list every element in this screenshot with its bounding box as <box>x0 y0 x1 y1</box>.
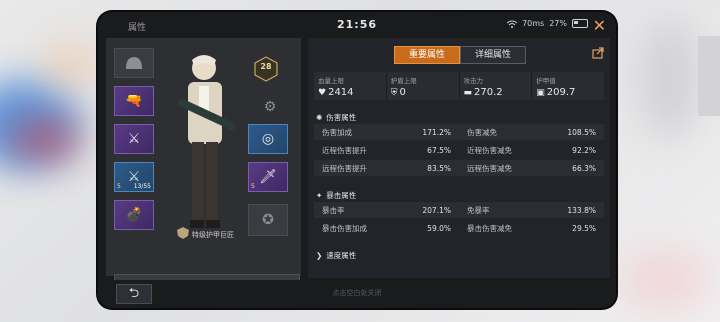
emblem-icon: ✪ <box>262 212 274 228</box>
ammo-count: 13/55 <box>133 183 151 190</box>
grenade-icon: 💣 <box>125 207 143 223</box>
ping-value: 70ms <box>522 19 545 28</box>
attributes-window: 属性 21:56 70ms 27% ✕ 🔫 ⚔ ⚔ 13/55 5 💣 ⚙ ◎ … <box>98 12 616 308</box>
gun-icon: ▬ <box>463 87 473 98</box>
heart-icon: ♥ <box>318 87 327 98</box>
table-row: 暴击率 207.1% 免暴率 133.8% <box>314 202 604 218</box>
crit-section-head: ✦ 暴击属性 <box>316 191 357 200</box>
crit-icon: ✦ <box>316 191 323 200</box>
table-row: 伤害加成 171.2% 伤害减免 108.5% <box>314 124 604 140</box>
stats-panel: 重要属性 详细属性 血量上限 ♥ 2414 护盾上限 ⛨ 0 攻击力 ▬ 270.2 … <box>308 38 610 278</box>
shield-icon: ⛨ <box>390 87 398 98</box>
slot-level: 5 <box>117 183 121 190</box>
damage-section-head: ✺ 伤害属性 <box>316 113 357 122</box>
armor-title: 特级护甲巨匠 <box>192 231 234 239</box>
tab-detailed-attributes[interactable]: 详细属性 <box>460 46 526 64</box>
status-bar: 属性 21:56 70ms 27% ✕ <box>98 12 616 38</box>
rank-number: 28 <box>260 62 272 71</box>
armor-icon: ▣ <box>536 87 545 98</box>
armor-tier-icon <box>177 227 189 239</box>
stat-tabs: 重要属性 详细属性 <box>394 46 526 64</box>
pistol-icon: 🔫 <box>125 93 143 109</box>
character-panel: 🔫 ⚔ ⚔ 13/55 5 💣 ⚙ ◎ 🗡 5 ✪ 28 特级护甲巨匠 <box>106 38 301 298</box>
close-hint: 点击空白处关闭 <box>332 289 382 297</box>
gear-slot-1[interactable]: ⚙ <box>256 96 284 118</box>
weapon-slot-3[interactable]: ⚔ 13/55 5 <box>114 162 154 192</box>
core-stats: 血量上限 ♥ 2414 护盾上限 ⛨ 0 攻击力 ▬ 270.2 护甲值 ▣ 209.7 <box>314 72 604 100</box>
weapon-slot-2[interactable]: ⚔ <box>114 124 154 154</box>
speed-section-head: ❯ 速度属性 <box>316 251 357 260</box>
stat-max-hp: 血量上限 ♥ 2414 <box>314 72 387 100</box>
stat-armor: 护甲值 ▣ 209.7 <box>536 77 576 98</box>
table-row: 远程伤害提升 83.5% 远程伤害减免 66.3% <box>314 160 604 176</box>
gear-slot-3[interactable]: 🗡 5 <box>248 162 288 192</box>
helmet-icon <box>126 57 142 69</box>
speed-icon: ❯ <box>316 251 323 260</box>
table-row: 暴击伤害加成 59.0% 暴击伤害减免 29.5% <box>322 223 596 233</box>
gear-slot-2[interactable]: ◎ <box>248 124 288 154</box>
wifi-icon <box>507 20 518 28</box>
stat-max-shield: 护盾上限 ⛨ 0 <box>387 72 460 100</box>
status-indicators: 70ms 27% <box>507 19 588 28</box>
helmet-slot[interactable] <box>114 48 154 78</box>
badge-slot[interactable]: ✪ <box>248 204 288 236</box>
damage-icon: ✺ <box>316 113 323 122</box>
battery-icon <box>572 19 588 28</box>
close-x-icon[interactable]: ✕ <box>593 16 606 35</box>
table-row: 近程伤害提升 67.5% 近程伤害减免 92.2% <box>322 145 596 155</box>
tab-key-attributes[interactable]: 重要属性 <box>394 46 460 64</box>
character-avatar <box>178 55 236 228</box>
weapon-slot-1[interactable]: 🔫 <box>114 86 154 116</box>
battery-value: 27% <box>549 19 567 28</box>
knife-icon: 🗡 <box>259 169 277 185</box>
grenade-slot[interactable]: 💣 <box>114 200 154 230</box>
share-icon[interactable] <box>592 47 604 59</box>
slot-level: 5 <box>251 183 255 190</box>
rifle-icon: ⚔ <box>127 131 141 147</box>
ring-icon: ◎ <box>261 131 275 147</box>
stat-attack: 攻击力 ▬ 270.2 <box>460 72 533 100</box>
gear-icon: ⚙ <box>263 99 277 115</box>
